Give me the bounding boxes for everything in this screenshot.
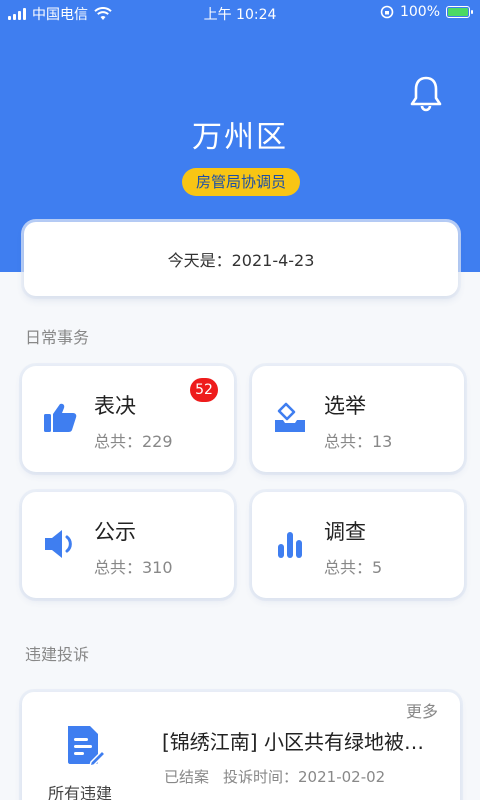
tile-count: 总共：13 [324, 432, 393, 451]
status-bar: 中国电信 上午 10:24 100% [0, 0, 480, 24]
tile-title: 调查 [324, 520, 366, 544]
tile-survey[interactable]: 调查 总共：5 [252, 492, 464, 598]
tile-announcement[interactable]: 公示 总共：310 [22, 492, 234, 598]
tile-count: 总共：229 [94, 432, 173, 451]
thumbs-up-icon [44, 403, 77, 432]
complaint-title: [锦绣江南] 小区共有绿地被侵占 [162, 730, 438, 754]
tile-title: 公示 [94, 520, 136, 544]
tile-election[interactable]: 选举 总共：13 [252, 366, 464, 472]
notification-badge: 52 [190, 378, 218, 402]
tile-title: 选举 [324, 394, 366, 418]
all-violations-label: 所有违建 [48, 784, 113, 800]
region-title: 万州区 [192, 120, 288, 155]
section-label-complaints: 违建投诉 [25, 645, 90, 664]
complaint-time: 投诉时间：2021-02-02 [223, 768, 386, 786]
section-label-daily-affairs: 日常事务 [25, 328, 90, 347]
speaker-icon [45, 530, 72, 558]
complaint-card: 更多 所有违建 [锦绣江南] 小区共有绿地被侵占 已结案 投诉时间：2021-0… [22, 692, 460, 800]
tile-vote[interactable]: 表决 总共：229 52 [22, 366, 234, 472]
document-edit-icon [68, 726, 106, 768]
role-badge: 房管局协调员 [182, 168, 300, 196]
status-right: 100% [380, 4, 473, 20]
tile-count: 总共：5 [324, 558, 383, 577]
battery-icon [446, 6, 473, 18]
more-link[interactable]: 更多 [406, 698, 438, 722]
complaint-meta: 已结案 投诉时间：2021-02-02 [164, 766, 385, 787]
tile-count: 总共：310 [94, 558, 173, 577]
complaint-status: 已结案 [164, 768, 210, 786]
date-text: 今天是：2021-4-23 [167, 251, 315, 270]
battery-percent: 100% [399, 4, 440, 20]
tile-title: 表决 [94, 394, 136, 418]
bar-chart-icon [278, 532, 302, 558]
ballot-box-icon [275, 402, 305, 432]
date-card: 今天是：2021-4-23 [24, 222, 458, 296]
rotation-lock-icon [380, 5, 394, 19]
bell-icon[interactable] [408, 74, 444, 112]
